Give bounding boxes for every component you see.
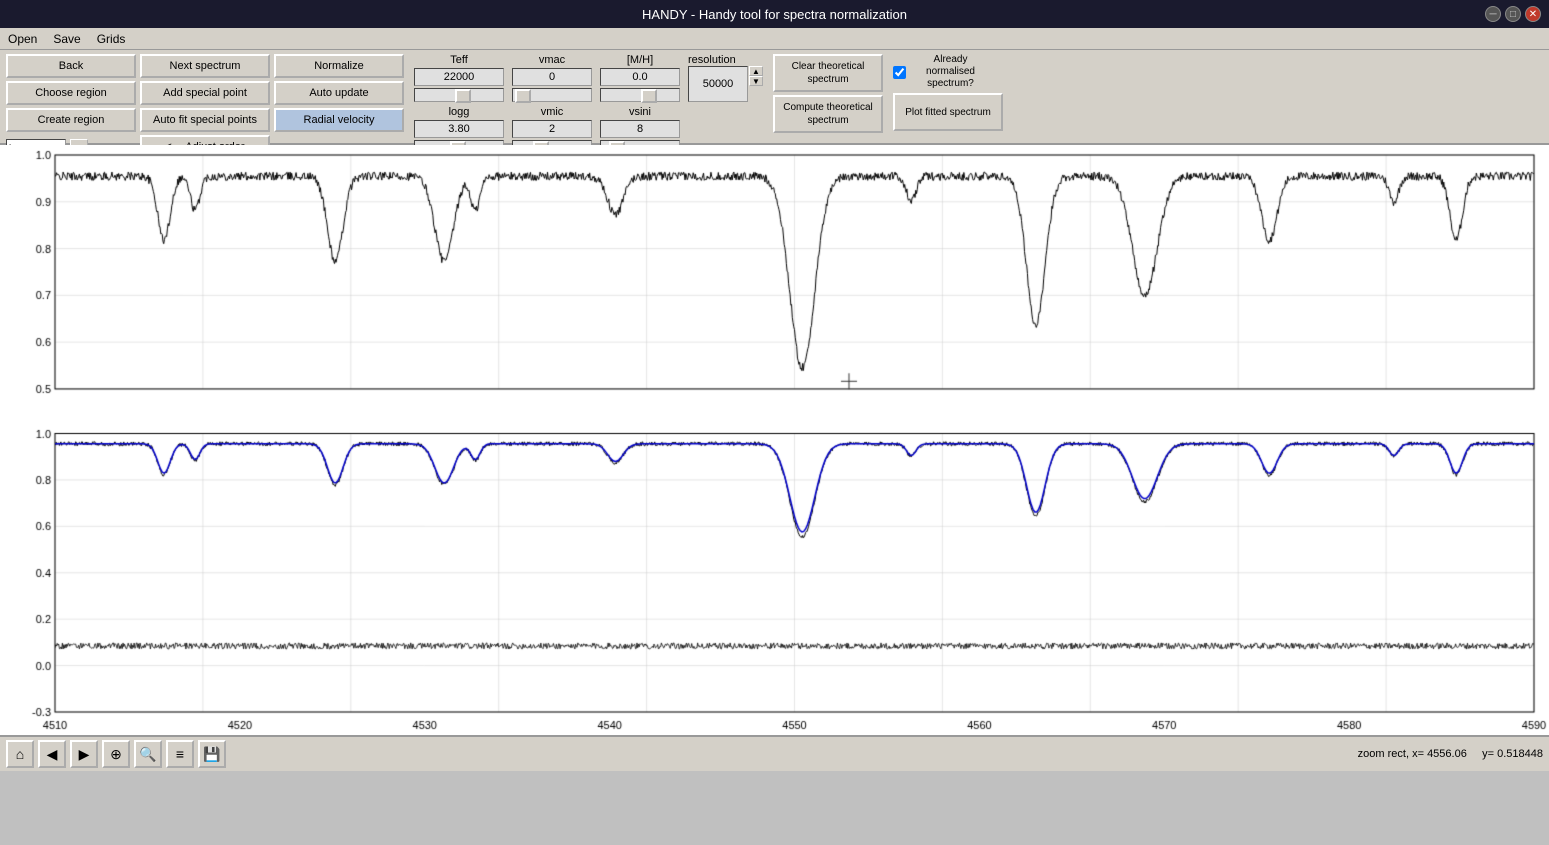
vsini-value[interactable]: 8 bbox=[600, 120, 680, 138]
teff-value[interactable]: 22000 bbox=[414, 68, 504, 86]
choose-region-button[interactable]: Choose region bbox=[6, 81, 136, 105]
maximize-button[interactable]: □ bbox=[1505, 6, 1521, 22]
add-special-point-button[interactable]: Add special point bbox=[140, 81, 270, 105]
toolbar: Back Choose region Create region ▲ Next … bbox=[0, 50, 1549, 145]
auto-update-button[interactable]: Auto update bbox=[274, 81, 404, 105]
left-buttons: Back Choose region Create region ▲ bbox=[6, 54, 136, 159]
vmac-label: vmac bbox=[539, 54, 565, 66]
resolution-value[interactable]: 50000 bbox=[688, 66, 748, 102]
mh-slider[interactable] bbox=[600, 88, 680, 102]
settings-button[interactable]: ≡ bbox=[166, 740, 194, 768]
cursor-y-value: 0.518448 bbox=[1497, 748, 1543, 760]
create-region-button[interactable]: Create region bbox=[6, 108, 136, 132]
menu-bar: Open Save Grids bbox=[0, 28, 1549, 50]
cursor-x-value: 4556.06 bbox=[1427, 748, 1467, 760]
compute-theoretical-button[interactable]: Compute theoretical spectrum bbox=[773, 95, 883, 133]
next-spectrum-button[interactable]: Next spectrum bbox=[140, 54, 270, 78]
menu-save[interactable]: Save bbox=[53, 32, 80, 46]
main-content bbox=[0, 145, 1549, 735]
right-buttons: Normalize Auto update Radial velocity bbox=[274, 54, 404, 132]
already-normalised-checkbox[interactable] bbox=[893, 66, 906, 79]
save-button[interactable]: 💾 bbox=[198, 740, 226, 768]
vmac-group: vmac 0 bbox=[512, 54, 592, 102]
auto-fit-button[interactable]: Auto fit special points bbox=[140, 108, 270, 132]
mh-group: [M/H] 0.0 bbox=[600, 54, 680, 102]
spectra-chart[interactable] bbox=[0, 145, 1549, 737]
bottom-bar: ⌂ ◀ ▶ ⊕ 🔍 ≡ 💾 zoom rect, x= 4556.06 y= 0… bbox=[0, 735, 1549, 771]
zoom-in-button[interactable]: ⊕ bbox=[102, 740, 130, 768]
title-bar: HANDY - Handy tool for spectra normaliza… bbox=[0, 0, 1549, 28]
teff-label: Teff bbox=[450, 54, 468, 66]
middle-buttons: Next spectrum Add special point Auto fit… bbox=[140, 54, 270, 159]
logg-value[interactable]: 3.80 bbox=[414, 120, 504, 138]
status-bar: zoom rect, x= 4556.06 y= 0.518448 bbox=[1358, 748, 1543, 760]
window-controls: ─ □ ✕ bbox=[1485, 6, 1541, 22]
radial-velocity-button[interactable]: Radial velocity bbox=[274, 108, 404, 132]
plot-fitted-button[interactable]: Plot fitted spectrum bbox=[893, 93, 1003, 131]
normalize-button[interactable]: Normalize bbox=[274, 54, 404, 78]
already-normalised-label: Already normalised spectrum? bbox=[908, 54, 993, 90]
back-button[interactable]: Back bbox=[6, 54, 136, 78]
cursor-x-label: x= bbox=[1412, 748, 1424, 760]
menu-grids[interactable]: Grids bbox=[97, 32, 126, 46]
logg-label: logg bbox=[449, 106, 470, 118]
close-button[interactable]: ✕ bbox=[1525, 6, 1541, 22]
zoom-mode-label: zoom rect, bbox=[1358, 748, 1412, 760]
home-button[interactable]: ⌂ bbox=[6, 740, 34, 768]
menu-open[interactable]: Open bbox=[8, 32, 37, 46]
already-normalised-group: Already normalised spectrum? bbox=[893, 54, 993, 90]
minimize-button[interactable]: ─ bbox=[1485, 6, 1501, 22]
vmac-slider[interactable] bbox=[512, 88, 592, 102]
vmac-value[interactable]: 0 bbox=[512, 68, 592, 86]
clear-theoretical-button[interactable]: Clear theoretical spectrum bbox=[773, 54, 883, 92]
cursor-y-label: y= bbox=[1470, 748, 1494, 760]
mh-label: [M/H] bbox=[627, 54, 653, 66]
vmic-label: vmic bbox=[541, 106, 564, 118]
resolution-down[interactable]: ▼ bbox=[749, 76, 763, 86]
resolution-up[interactable]: ▲ bbox=[749, 66, 763, 76]
back-nav-button[interactable]: ◀ bbox=[38, 740, 66, 768]
teff-group: Teff 22000 bbox=[414, 54, 504, 102]
forward-nav-button[interactable]: ▶ bbox=[70, 740, 98, 768]
resolution-label: resolution bbox=[688, 54, 763, 66]
resolution-group: resolution 50000 ▲ ▼ bbox=[688, 54, 763, 102]
teff-slider[interactable] bbox=[414, 88, 504, 102]
vmic-value[interactable]: 2 bbox=[512, 120, 592, 138]
vsini-label: vsini bbox=[629, 106, 651, 118]
mh-value[interactable]: 0.0 bbox=[600, 68, 680, 86]
window-title: HANDY - Handy tool for spectra normaliza… bbox=[642, 7, 907, 22]
zoom-search-button[interactable]: 🔍 bbox=[134, 740, 162, 768]
